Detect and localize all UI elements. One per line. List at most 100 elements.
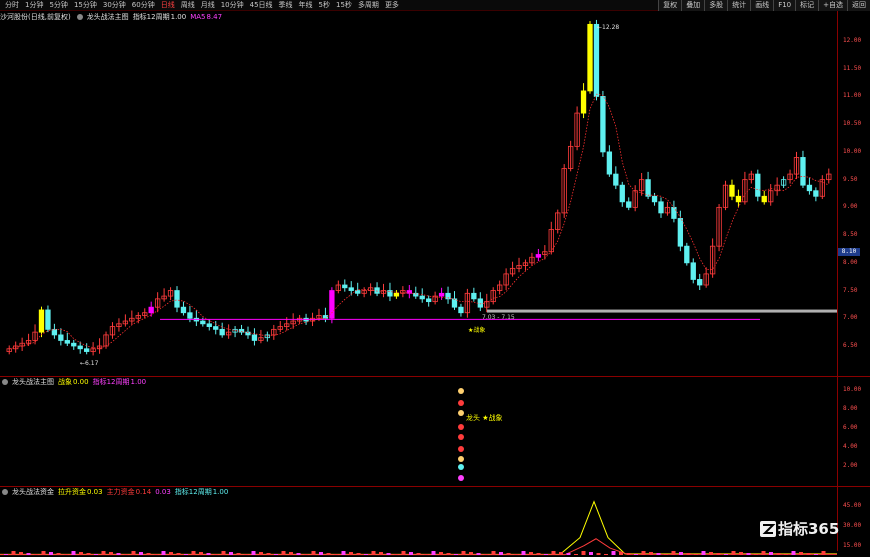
axis-label: 6.50 xyxy=(843,342,858,349)
candle-body xyxy=(64,340,70,344)
period-tab[interactable]: 更多 xyxy=(382,0,402,11)
period-tab[interactable]: 月线 xyxy=(198,0,218,11)
fund-bar xyxy=(244,554,248,555)
fund-bar xyxy=(611,551,616,555)
period-tab[interactable]: 1分钟 xyxy=(22,0,46,11)
period-tabs: 分时 1分钟 5分钟 15分钟 30分钟 60分钟 日线 周线 月线 10分钟 45日线 季线 年线 5秒… xyxy=(2,0,402,11)
toolbar-button[interactable]: 统计 xyxy=(727,0,751,11)
low-price-annotation: ←6.17 xyxy=(80,360,99,367)
candle-body xyxy=(690,262,696,280)
fund-bar xyxy=(694,554,698,555)
signal-marker xyxy=(458,446,464,452)
candle-body xyxy=(684,245,690,264)
candle-body xyxy=(451,298,458,308)
toolbar-button[interactable]: 画线 xyxy=(750,0,774,11)
candle-body xyxy=(426,298,432,303)
fund-bar xyxy=(401,551,406,555)
fund-bar xyxy=(274,554,278,555)
candle-body xyxy=(806,184,813,192)
fund-bar xyxy=(799,552,803,555)
period-tab[interactable]: 分时 xyxy=(2,0,22,11)
fund-bar xyxy=(349,552,353,555)
period-tab[interactable]: 5分钟 xyxy=(46,0,70,11)
candle-body xyxy=(600,96,606,153)
fund-bar xyxy=(484,554,488,555)
candle-body xyxy=(419,295,425,300)
candle-body xyxy=(735,195,742,203)
fund-bar xyxy=(371,551,376,555)
candle-body xyxy=(174,290,180,308)
axis-label: 8.50 xyxy=(843,231,858,239)
toolbar-button[interactable]: 复权 xyxy=(658,0,682,11)
low-price-value: 6.17 xyxy=(85,360,99,367)
fund-bar xyxy=(101,551,106,555)
axis-label: 11.50 xyxy=(843,64,862,72)
fund-bar xyxy=(454,554,458,555)
candle-body xyxy=(619,184,625,203)
candle-body xyxy=(180,306,187,314)
candle-body xyxy=(587,23,593,92)
fund-bar xyxy=(724,554,728,555)
period-tab[interactable]: 年线 xyxy=(296,0,316,11)
price-axis-border xyxy=(837,11,838,551)
period-tab[interactable]: 45日线 xyxy=(247,0,276,11)
period-tab[interactable]: 15分钟 xyxy=(71,0,100,11)
fund-bar xyxy=(64,554,68,555)
fund-bar xyxy=(649,552,653,555)
fund-bar xyxy=(656,553,661,555)
period-tab[interactable]: 10分钟 xyxy=(218,0,247,11)
signal-chart[interactable] xyxy=(0,377,837,487)
period-toolbar: 分时 1分钟 5分钟 15分钟 30分钟 60分钟 日线 周线 月线 10分钟 45日线 季线 年线 5秒… xyxy=(0,0,870,11)
axis-label: 30.00 xyxy=(843,522,862,529)
signal-marker xyxy=(458,434,464,440)
axis-label: 6.00 xyxy=(843,424,858,431)
period-tab[interactable]: 60分钟 xyxy=(129,0,158,11)
fund-bar xyxy=(199,552,203,555)
candle-body xyxy=(729,184,735,197)
candle-body xyxy=(374,287,380,294)
fund-bar xyxy=(289,552,293,555)
candle-body xyxy=(348,287,354,291)
candle-body xyxy=(45,309,51,330)
fund-bar xyxy=(521,551,526,555)
period-tab[interactable]: 15秒 xyxy=(333,0,355,11)
fund-bar xyxy=(604,554,608,555)
fund-bar xyxy=(49,552,53,555)
candle-body xyxy=(755,173,761,197)
fund-bar xyxy=(529,552,533,555)
toolbar-button[interactable]: F10 xyxy=(773,0,796,11)
period-tab[interactable]: 季线 xyxy=(276,0,296,11)
candlestick-chart[interactable] xyxy=(0,11,837,376)
candle-body xyxy=(671,206,677,219)
period-tab[interactable]: 日线 xyxy=(158,0,178,11)
period-tab[interactable]: 30分钟 xyxy=(100,0,129,11)
candle-body xyxy=(651,195,658,203)
candle-body xyxy=(593,23,600,97)
sub1-signal-text: 龙头 ★战象 xyxy=(466,414,503,422)
candle-body xyxy=(200,320,206,325)
candle-body xyxy=(658,201,664,214)
fund-bar xyxy=(551,551,556,555)
fund-bar xyxy=(116,553,121,555)
fund-bar xyxy=(499,552,503,555)
current-price-tag: 8.10 xyxy=(838,248,860,256)
period-tab[interactable]: 周线 xyxy=(178,0,198,11)
period-tab[interactable]: 5秒 xyxy=(316,0,333,11)
range-annotation: 7.03 - 7.15 xyxy=(482,314,515,321)
signal-marker xyxy=(458,400,464,406)
toolbar-button[interactable]: 返回 xyxy=(847,0,870,11)
toolbar-button[interactable]: +自选 xyxy=(818,0,847,11)
watermark-text: 指标365 xyxy=(778,520,840,538)
fund-flow-chart[interactable] xyxy=(0,487,837,557)
candle-body xyxy=(393,292,400,297)
fund-bar xyxy=(229,552,233,555)
candle-body xyxy=(219,328,225,336)
toolbar-button[interactable]: 标记 xyxy=(795,0,819,11)
toolbar-button[interactable]: 叠加 xyxy=(681,0,705,11)
period-tab[interactable]: 多周期 xyxy=(355,0,382,11)
fund-bar xyxy=(446,553,451,555)
fund-bar xyxy=(589,552,593,555)
fund-bar xyxy=(86,553,91,555)
toolbar-button[interactable]: 多股 xyxy=(704,0,728,11)
fund-bar xyxy=(566,553,571,555)
